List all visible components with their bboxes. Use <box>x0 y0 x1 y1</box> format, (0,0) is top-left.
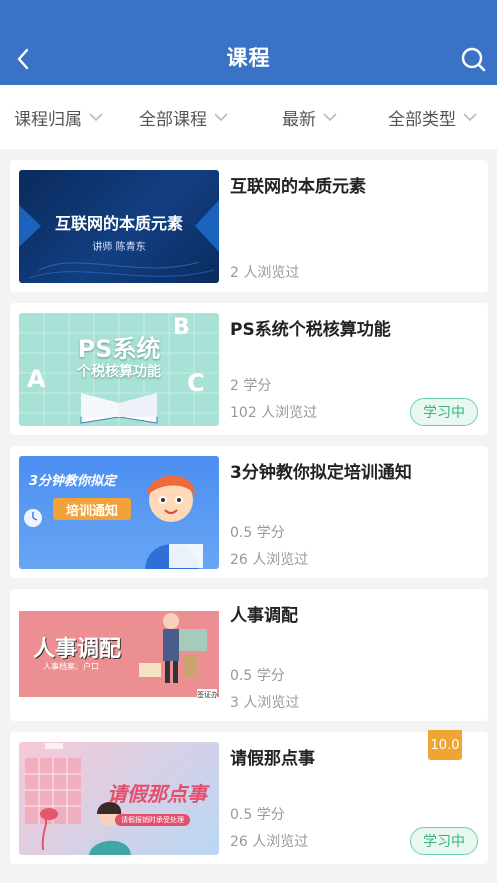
filter-latest[interactable]: 最新 <box>282 85 337 149</box>
page-title: 课程 <box>226 46 271 70</box>
status-badge: 学习中 <box>410 827 478 855</box>
thumbnail-tag: 签证办 <box>197 691 218 699</box>
thumbnail-subtitle: 培训通知 <box>53 498 131 520</box>
thumbnail-subtitle: 讲师 陈青东 <box>92 242 146 253</box>
chevron-down-icon <box>214 113 228 122</box>
thumbnail-letter: A <box>27 365 46 393</box>
chevron-down-icon <box>323 113 337 122</box>
score-badge: 10.0 <box>428 730 462 760</box>
chevron-down-icon <box>89 113 103 122</box>
course-views: 26 人浏览过 <box>230 834 309 850</box>
course-card[interactable]: 请假那点事 请假报销时承受处理 请假那点事 0.5 学分 26 人浏览过 学习中… <box>10 730 488 864</box>
filter-label: 最新 <box>282 109 316 130</box>
course-title: 互联网的本质元素 <box>230 177 366 197</box>
thumbnail-subtitle: 人事档案、户口 <box>43 662 99 671</box>
course-thumbnail: 人事调配 人事档案、户口 签证办 <box>19 599 219 712</box>
thumbnail-letter: C <box>187 369 205 397</box>
chevron-down-icon <box>463 113 477 122</box>
course-thumbnail: 互联网的本质元素 讲师 陈青东 <box>19 170 219 283</box>
course-thumbnail: 3分钟教你拟定 培训通知 <box>19 456 219 569</box>
list-bottom-spacer <box>0 873 497 883</box>
thumbnail-letter: B <box>173 315 190 340</box>
course-credits: 2 学分 <box>230 378 272 394</box>
course-title: 请假那点事 <box>230 749 315 769</box>
filter-label: 全部课程 <box>139 109 207 130</box>
filter-bar: 课程归属 全部课程 最新 全部类型 <box>0 85 497 149</box>
course-views: 102 人浏览过 <box>230 405 318 421</box>
filter-label: 全部类型 <box>388 109 456 130</box>
filter-all-courses[interactable]: 全部课程 <box>139 85 228 149</box>
thumbnail-title: 3分钟教你拟定 <box>29 474 117 489</box>
course-card[interactable]: 人事调配 人事档案、户口 签证办 人事调配 0.5 学分 3 人浏览过 <box>10 589 488 721</box>
course-title: 3分钟教你拟定培训通知 <box>230 463 412 483</box>
filter-all-types[interactable]: 全部类型 <box>388 85 477 149</box>
course-title: 人事调配 <box>230 606 298 626</box>
course-credits: 0.5 学分 <box>230 807 285 823</box>
search-icon <box>461 47 486 72</box>
filter-label: 课程归属 <box>14 109 82 130</box>
app-header: 课程 <box>0 0 497 85</box>
thumbnail-title: 互联网的本质元素 <box>54 214 183 233</box>
course-views: 26 人浏览过 <box>230 552 309 568</box>
search-button[interactable] <box>459 45 487 73</box>
course-card[interactable]: 3分钟教你拟定 培训通知 3分钟教你拟定培训通知 0.5 学分 26 人浏览过 <box>10 446 488 578</box>
course-credits: 0.5 学分 <box>230 525 285 541</box>
course-credits: 0.5 学分 <box>230 668 285 684</box>
course-card[interactable]: PS系统 个税核算功能 A B C PS系统个税核算功能 2 学分 102 人浏… <box>10 303 488 435</box>
status-badge: 学习中 <box>410 398 478 426</box>
course-views: 3 人浏览过 <box>230 695 300 711</box>
course-thumbnail: PS系统 个税核算功能 A B C <box>19 313 219 426</box>
thumbnail-subtitle: 请假报销时承受处理 <box>115 814 190 826</box>
filter-course-owner[interactable]: 课程归属 <box>14 85 103 149</box>
course-title: PS系统个税核算功能 <box>230 320 391 340</box>
course-card[interactable]: 互联网的本质元素 讲师 陈青东 互联网的本质元素 2 人浏览过 <box>10 160 488 292</box>
thumbnail-title: 请假那点事 <box>107 782 207 806</box>
thumbnail-title: 人事调配 <box>33 637 122 662</box>
course-thumbnail: 请假那点事 请假报销时承受处理 <box>19 742 219 855</box>
course-views: 2 人浏览过 <box>230 265 300 281</box>
